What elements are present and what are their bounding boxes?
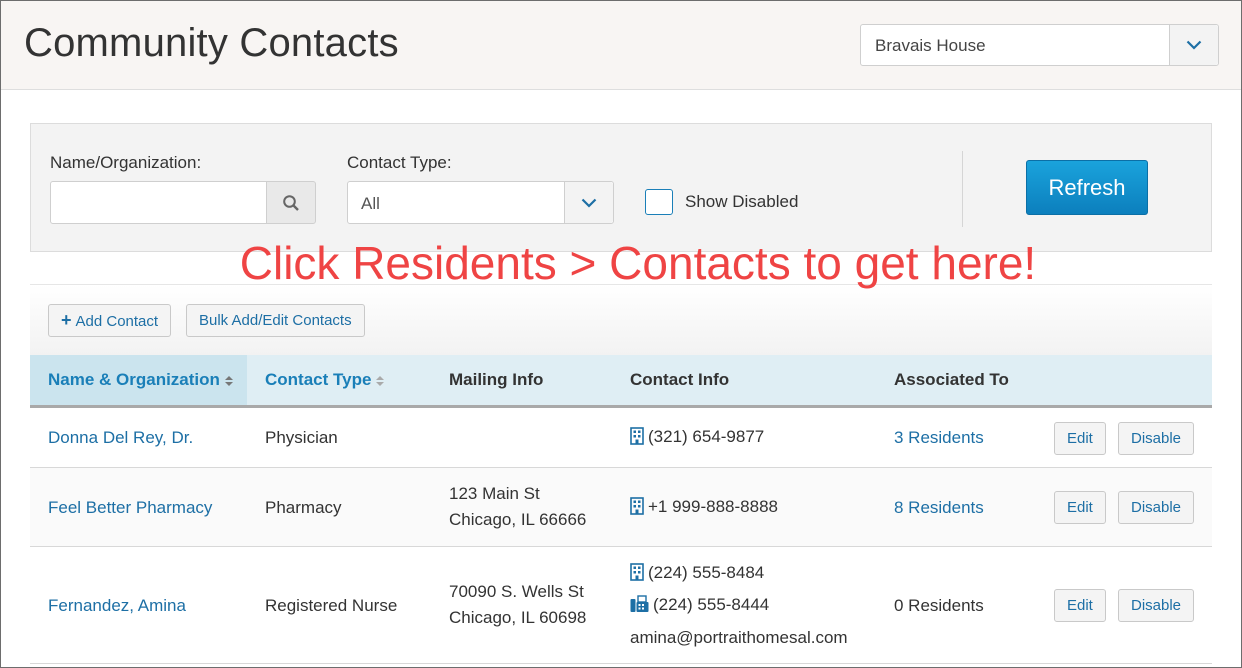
contact-name-link[interactable]: Feel Better Pharmacy (48, 498, 212, 518)
disable-button[interactable]: Disable (1118, 422, 1195, 455)
building-phone-icon (630, 563, 644, 581)
show-disabled-label[interactable]: Show Disabled (685, 192, 798, 212)
bulk-edit-button[interactable]: Bulk Add/Edit Contacts (186, 304, 365, 337)
chevron-down-icon (1186, 40, 1202, 50)
edit-button[interactable]: Edit (1054, 422, 1106, 455)
sort-icon (376, 375, 385, 386)
contact-name-link[interactable]: Donna Del Rey, Dr. (48, 428, 193, 448)
contact-type-value: All (361, 194, 380, 213)
phone-line: (321) 654-9877 (630, 427, 764, 447)
phone-line: (224) 555-8484 (630, 563, 764, 583)
instruction-annotation: Click Residents > Contacts to get here! (239, 237, 1037, 289)
column-header-name-label: Name & Organization (48, 370, 220, 389)
plus-icon: + (61, 310, 72, 330)
column-header-contact: Contact Info (630, 370, 730, 389)
contact-type-select[interactable]: All (347, 181, 614, 224)
page-header: Community Contacts Bravais House (1, 1, 1241, 90)
table-row: Feel Better Pharmacy Pharmacy 123 Main S… (30, 468, 1212, 547)
associated-residents-link[interactable]: 8 Residents (894, 498, 984, 518)
column-header-type[interactable]: Contact Type (265, 355, 385, 405)
mailing-address: 123 Main St Chicago, IL 66666 (449, 481, 586, 533)
column-header-mailing: Mailing Info (449, 370, 544, 389)
building-phone-icon (630, 497, 644, 515)
column-header-type-label: Contact Type (265, 370, 372, 389)
mailing-line2: Chicago, IL 66666 (449, 510, 587, 529)
edit-button[interactable]: Edit (1054, 589, 1106, 622)
disable-button[interactable]: Disable (1118, 491, 1195, 524)
table-toolbar: + Add Contact Bulk Add/Edit Contacts (30, 284, 1212, 356)
column-header-name[interactable]: Name & Organization (30, 355, 247, 405)
table-row: Donna Del Rey, Dr. Physician (321) 654-9… (30, 408, 1212, 468)
filter-panel: Name/Organization: Contact Type: All Sho… (30, 123, 1212, 252)
mailing-line1: 70090 S. Wells St (449, 582, 584, 601)
building-phone-icon (630, 427, 644, 445)
email-link[interactable]: amina@portraithomesal.com (630, 628, 848, 648)
phone-line: +1 999-888-8888 (630, 497, 778, 517)
fax-number: (224) 555-8444 (653, 595, 770, 614)
fax-line: (224) 555-8444 (630, 595, 769, 615)
mailing-line1: 123 Main St (449, 484, 540, 503)
add-contact-button[interactable]: + Add Contact (48, 304, 172, 337)
house-select[interactable]: Bravais House (860, 24, 1219, 66)
edit-button[interactable]: Edit (1054, 491, 1106, 524)
name-search-input[interactable] (50, 181, 267, 224)
mailing-address: 70090 S. Wells St Chicago, IL 60698 (449, 579, 586, 631)
contact-type-cell: Pharmacy (265, 498, 342, 517)
associated-residents-link[interactable]: 3 Residents (894, 428, 984, 448)
add-contact-label: Add Contact (75, 313, 159, 330)
chevron-down-icon (581, 198, 597, 208)
contact-type-toggle[interactable] (564, 182, 613, 223)
associated-residents-text: 0 Residents (894, 596, 984, 615)
phone-number: (224) 555-8484 (648, 563, 765, 582)
search-icon (283, 194, 299, 211)
contact-type-cell: Physician (265, 428, 338, 447)
contact-name-link[interactable]: Fernandez, Amina (48, 596, 186, 616)
page-title: Community Contacts (24, 21, 399, 65)
name-filter-label: Name/Organization: (50, 153, 202, 172)
contact-type-cell: Registered Nurse (265, 596, 398, 615)
fax-icon (630, 595, 649, 612)
house-select-toggle[interactable] (1169, 25, 1218, 65)
phone-number: +1 999-888-8888 (648, 497, 778, 516)
refresh-button[interactable]: Refresh (1026, 160, 1148, 215)
contact-type-label: Contact Type: (347, 153, 452, 172)
disable-button[interactable]: Disable (1118, 589, 1195, 622)
search-button[interactable] (266, 181, 316, 224)
filter-divider (962, 151, 963, 227)
table-row: Fernandez, Amina Registered Nurse 70090 … (30, 547, 1212, 664)
sort-icon (224, 375, 233, 386)
house-select-value: Bravais House (875, 36, 986, 55)
table-header: Name & Organization Contact Type Mailing… (30, 355, 1212, 408)
column-header-associated: Associated To (894, 370, 1009, 389)
mailing-line2: Chicago, IL 60698 (449, 608, 587, 627)
show-disabled-checkbox[interactable] (645, 189, 673, 215)
phone-number: (321) 654-9877 (648, 427, 765, 446)
